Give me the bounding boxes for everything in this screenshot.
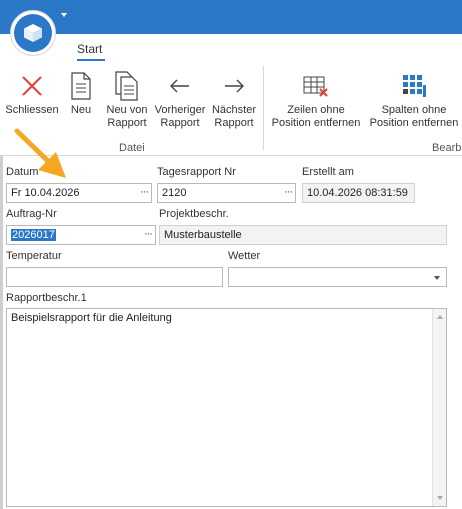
new-from-report-label-line2: Rapport xyxy=(107,117,147,129)
remove-columns-without-position-button[interactable]: Spalten ohne Position entfernen xyxy=(366,70,462,130)
remove-rows-without-position-button[interactable]: Zeilen ohne Position entfernen xyxy=(268,70,364,130)
description-value: Beispielsrapport für die Anleitung xyxy=(11,312,172,324)
previous-report-button[interactable]: Vorheriger Rapport xyxy=(154,70,206,130)
weather-combobox[interactable] xyxy=(228,267,447,287)
grid-columns-icon xyxy=(403,75,426,97)
description-label: Rapportbeschr.1 xyxy=(6,292,87,304)
order-field[interactable]: 2026017 ··· xyxy=(6,225,156,245)
close-label: Schliessen xyxy=(5,104,59,116)
scroll-up-icon[interactable] xyxy=(437,315,443,319)
date-label: Datum xyxy=(6,166,39,178)
project-field: Musterbaustelle xyxy=(159,225,447,245)
new-button[interactable]: Neu xyxy=(66,70,96,117)
remove-columns-label-line2: Position entfernen xyxy=(369,117,459,129)
created-label: Erstellt am xyxy=(302,166,354,178)
remove-rows-label-line2: Position entfernen xyxy=(271,117,361,129)
previous-report-label-line1: Vorheriger xyxy=(154,104,206,116)
report-no-lookup-button[interactable]: ··· xyxy=(284,186,293,198)
title-bar xyxy=(0,0,462,34)
temperature-label: Temperatur xyxy=(6,250,62,262)
created-value: 10.04.2026 08:31:59 xyxy=(307,187,408,199)
copy-document-icon xyxy=(115,71,138,101)
scroll-down-icon[interactable] xyxy=(437,496,443,500)
date-value: Fr 10.04.2026 xyxy=(11,187,80,199)
temperature-field[interactable] xyxy=(6,267,223,287)
ribbon-group-file-label: Datei xyxy=(119,142,145,154)
arrow-left-icon xyxy=(170,79,189,93)
tab-start-indicator xyxy=(77,59,105,61)
document-icon xyxy=(71,72,91,100)
app-menu-button[interactable] xyxy=(10,10,56,56)
previous-report-label-line2: Rapport xyxy=(160,117,200,129)
project-label: Projektbeschr. xyxy=(159,208,229,220)
ribbon-group-separator xyxy=(263,66,264,150)
remove-columns-label-line1: Spalten ohne xyxy=(381,104,447,116)
order-label: Auftrag-Nr xyxy=(6,208,57,220)
close-icon xyxy=(22,76,42,96)
tab-strip xyxy=(0,34,462,62)
order-lookup-button[interactable]: ··· xyxy=(144,228,153,240)
table-remove-rows-icon xyxy=(303,76,328,97)
chevron-down-icon[interactable] xyxy=(434,276,440,280)
new-label: Neu xyxy=(70,104,92,116)
report-no-field[interactable]: 2120 ··· xyxy=(157,183,296,203)
new-from-report-button[interactable]: Neu von Rapport xyxy=(101,70,153,130)
project-value: Musterbaustelle xyxy=(164,229,242,241)
remove-rows-label-line1: Zeilen ohne xyxy=(287,104,345,116)
next-report-button[interactable]: Nächster Rapport xyxy=(208,70,260,130)
next-report-label-line1: Nächster xyxy=(211,104,257,116)
report-no-value: 2120 xyxy=(162,187,187,199)
description-textarea[interactable]: Beispielsrapport für die Anleitung xyxy=(6,308,447,507)
quick-access-dropdown-icon[interactable] xyxy=(61,13,67,17)
new-from-report-label-line1: Neu von xyxy=(106,104,148,116)
report-no-label: Tagesrapport Nr xyxy=(157,166,236,178)
description-scrollbar[interactable] xyxy=(432,309,446,506)
created-field: 10.04.2026 08:31:59 xyxy=(302,183,415,203)
cube-icon xyxy=(24,24,42,42)
weather-label: Wetter xyxy=(228,250,261,262)
arrow-right-icon xyxy=(225,79,244,93)
date-picker-button[interactable]: ··· xyxy=(140,186,149,198)
close-button[interactable]: Schliessen xyxy=(5,70,59,117)
date-field[interactable]: Fr 10.04.2026 ··· xyxy=(6,183,152,203)
order-value: 2026017 xyxy=(11,229,56,241)
tab-start[interactable]: Start xyxy=(77,42,102,56)
next-report-label-line2: Rapport xyxy=(214,117,254,129)
ribbon-group-edit-label: Bearb xyxy=(432,142,462,154)
